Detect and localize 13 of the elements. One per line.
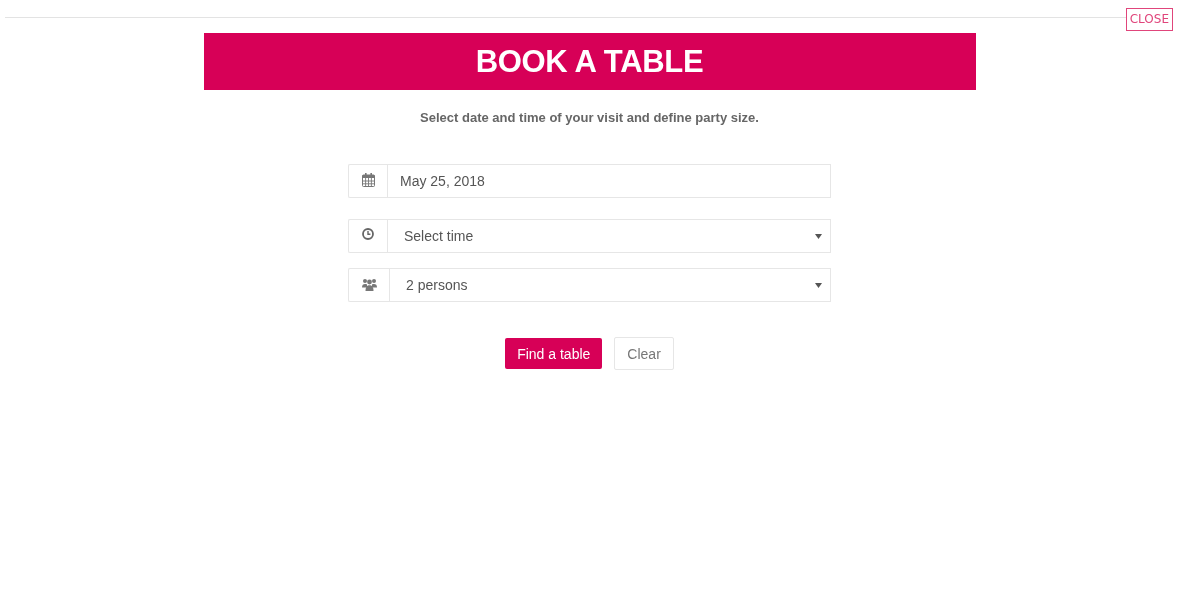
close-button[interactable]: CLOSE (1125, 8, 1173, 31)
clear-button[interactable]: Clear (614, 337, 674, 370)
page-title: BOOK A TABLE (475, 43, 704, 80)
caret-icon (815, 233, 822, 239)
time-select-field[interactable]: Select time (387, 219, 831, 253)
calendar-icon (361, 173, 375, 187)
people-icon (361, 277, 377, 291)
caret-icon (815, 282, 822, 288)
find-table-button[interactable]: Find a table (505, 338, 603, 369)
clock-icon (362, 228, 374, 240)
date-input-field[interactable]: May 25, 2018 (387, 164, 831, 198)
instructions-text: Select date and time of your visit and define party size. (419, 109, 760, 127)
party-size-select-field[interactable]: 2 persons (389, 268, 831, 302)
